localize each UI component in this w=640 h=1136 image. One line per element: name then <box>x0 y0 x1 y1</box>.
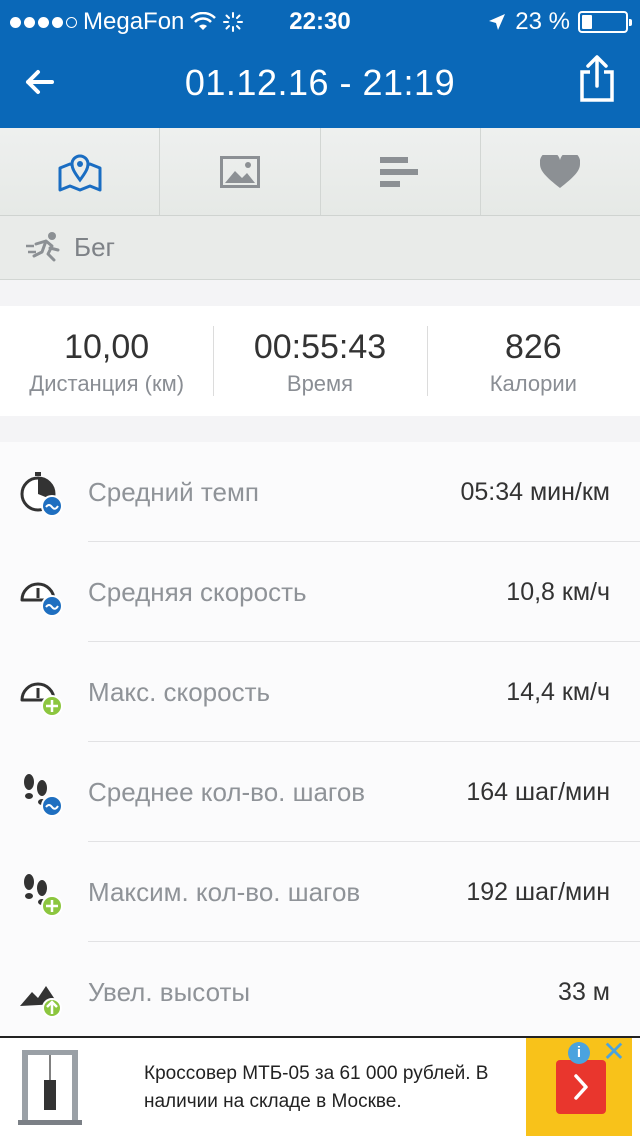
activity-type-row[interactable]: Бег <box>0 216 640 280</box>
summary-calories: 826 Калории <box>426 306 640 416</box>
bars-icon <box>380 156 419 187</box>
stat-row-max-speed: Макс. скорость 14,4 км/ч <box>0 642 640 742</box>
elevation-gain-icon <box>20 986 62 1018</box>
stat-value: 192 шаг/мин <box>466 877 610 906</box>
stat-value: 33 м <box>558 977 610 1006</box>
summary-label: Время <box>286 371 354 396</box>
summary-distance: 10,00 Дистанция (км) <box>0 306 213 416</box>
chevron-right-icon <box>574 1074 588 1100</box>
avg-steps-icon <box>24 774 63 817</box>
ad-info-icon[interactable]: i <box>568 1042 590 1064</box>
max-steps-icon <box>24 874 63 917</box>
nav-header: 01.12.16 - 21:19 <box>0 42 640 128</box>
stat-name: Среднее кол-во. шагов <box>88 776 366 807</box>
tab-map[interactable] <box>0 128 161 215</box>
map-icon <box>58 154 102 191</box>
stat-name: Максим. кол-во. шагов <box>88 876 361 907</box>
summary-time: 00:55:43 Время <box>213 306 426 416</box>
ad-text: Кроссовер МТБ-05 за 61 000 рублей. В нал… <box>144 1063 489 1112</box>
product-image <box>18 1050 82 1125</box>
page-title: 01.12.16 - 21:19 <box>184 62 456 103</box>
stat-value: 05:34 мин/км <box>460 477 610 506</box>
runner-icon <box>26 231 60 261</box>
summary-panel: 10,00 Дистанция (км) 00:55:43 Время 826 … <box>0 306 640 416</box>
summary-value: 00:55:43 <box>253 328 387 366</box>
ad-go-button[interactable] <box>556 1060 606 1114</box>
avg-speed-icon <box>20 582 63 617</box>
status-bar: MegaFon 22:30 23 % <box>0 0 640 42</box>
stat-name: Макс. скорость <box>88 676 271 707</box>
stat-row-avg-speed: Средняя скорость 10,8 км/ч <box>0 542 640 642</box>
summary-value: 10,00 <box>64 328 150 366</box>
location-arrow-icon <box>489 14 506 30</box>
stat-name: Средний темп <box>88 476 259 507</box>
status-right: 23 % <box>487 8 632 36</box>
summary-label: Калории <box>489 371 577 396</box>
image-icon <box>219 155 260 188</box>
summary-label: Дистанция (км) <box>29 371 185 396</box>
tab-photos[interactable] <box>160 128 321 215</box>
tab-stats[interactable] <box>321 128 481 215</box>
stat-row-avg-steps: Среднее кол-во. шагов 164 шаг/мин <box>0 742 640 842</box>
max-speed-icon <box>20 682 63 717</box>
stat-row-max-steps: Максим. кол-во. шагов 192 шаг/мин <box>0 842 640 942</box>
stat-row-elevation-gain: Увел. высоты 33 м <box>0 942 640 1042</box>
stat-value: 14,4 км/ч <box>506 677 610 706</box>
stats-list: Средний темп 05:34 мин/км Средняя скорос… <box>0 442 640 1036</box>
tab-heart[interactable] <box>481 128 640 215</box>
avg-pace-icon <box>20 472 63 517</box>
stat-name: Увел. высоты <box>88 976 251 1007</box>
battery-percent: 23 % <box>515 8 570 35</box>
heart-icon <box>540 154 581 188</box>
stat-value: 164 шаг/мин <box>466 777 610 806</box>
stat-value: 10,8 км/ч <box>506 577 610 606</box>
tab-bar <box>0 128 640 216</box>
ad-close-icon[interactable]: ✕ <box>600 1038 628 1066</box>
battery-fill <box>582 15 592 29</box>
stat-name: Средняя скорость <box>88 576 307 607</box>
stat-row-avg-pace: Средний темп 05:34 мин/км <box>0 442 640 542</box>
ad-banner[interactable]: Кроссовер МТБ-05 за 61 000 рублей. В нал… <box>0 1036 640 1136</box>
share-icon[interactable] <box>574 54 620 104</box>
summary-value: 826 <box>504 328 562 366</box>
activity-label: Бег <box>74 232 116 262</box>
battery-icon <box>578 11 632 33</box>
